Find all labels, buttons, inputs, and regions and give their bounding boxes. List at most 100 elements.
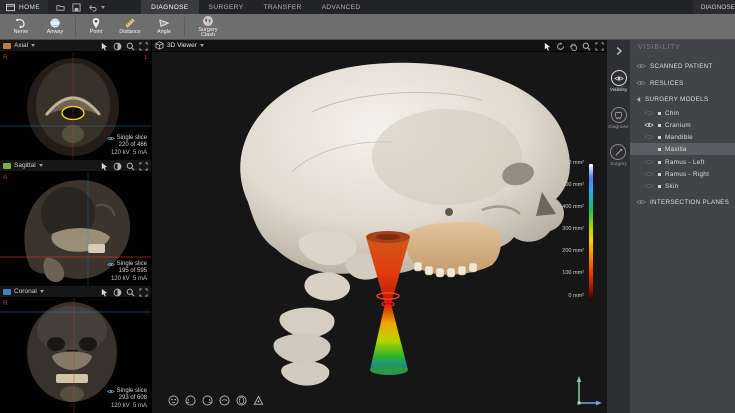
fullscreen-icon[interactable] <box>139 161 148 171</box>
model-item-chin[interactable]: Chin <box>630 107 735 119</box>
eye-icon[interactable] <box>644 146 654 152</box>
slice-eye-icon <box>106 262 115 267</box>
sidebar-item-reslices[interactable]: RESLICES <box>630 77 735 89</box>
tab-diagnose[interactable]: DIAGNOSE <box>141 0 199 14</box>
axial-dropdown-caret-icon[interactable] <box>31 44 36 47</box>
point-label: Point <box>89 29 103 36</box>
cursor-icon[interactable] <box>100 162 109 171</box>
head-front-view-icon[interactable] <box>168 395 179 406</box>
distance-tool-button[interactable]: Distance <box>113 15 147 39</box>
viewer-3d-dropdown-caret-icon[interactable] <box>199 44 204 47</box>
rail-item-diagnose[interactable]: Diagnose <box>608 107 629 130</box>
viewer-3d-title[interactable]: 3D Viewer <box>167 42 197 49</box>
fullscreen-icon[interactable] <box>139 41 148 51</box>
model-item-ramus-left[interactable]: Ramus - Left <box>630 156 735 168</box>
panel-rail: Visibility Diagnose Surgery <box>607 40 630 413</box>
eye-icon[interactable] <box>644 171 654 177</box>
sidebar-item-scanned-patient[interactable]: SCANNED PATIENT <box>630 60 735 72</box>
window-level-icon[interactable] <box>113 42 122 51</box>
surgery-clash-tool-button[interactable]: Surgery Clash <box>188 15 228 39</box>
zoom-icon[interactable] <box>582 42 591 51</box>
undo-icon[interactable] <box>88 3 97 12</box>
orientation-marker-right: R <box>3 54 8 61</box>
model-label: Ramus - Left <box>665 158 705 166</box>
eye-icon[interactable] <box>644 159 654 165</box>
pan-hand-icon[interactable] <box>569 42 578 51</box>
slice-mode: Single slice <box>116 260 147 267</box>
head-right-view-icon[interactable] <box>202 395 213 406</box>
orbit-rotate-icon[interactable] <box>556 41 565 51</box>
toolbar-separator <box>184 16 185 37</box>
eye-icon[interactable] <box>636 199 646 205</box>
head-left-view-icon[interactable] <box>185 395 196 406</box>
rail-item-visibility[interactable]: Visibility <box>610 70 627 93</box>
eye-icon[interactable] <box>644 134 654 140</box>
sagittal-dropdown-caret-icon[interactable] <box>38 164 43 167</box>
save-icon[interactable] <box>72 2 81 12</box>
colorbar-tick: 600 mm² <box>562 160 584 166</box>
coronal-dropdown-caret-icon[interactable] <box>39 290 44 293</box>
nerve-icon <box>15 17 27 29</box>
colorbar-tick: 0 mm² <box>568 293 584 299</box>
coronal-slice-image[interactable]: R Single slice 293 of 608 120 kV 5 mA <box>0 298 151 413</box>
tab-surgery[interactable]: SURGERY <box>199 0 254 14</box>
coronal-view: Coronal R Single slice 293 of 608 120 kV… <box>0 286 151 413</box>
point-tool-button[interactable]: Point <box>79 15 113 39</box>
cursor-icon[interactable] <box>100 42 109 51</box>
eye-icon[interactable] <box>636 63 646 69</box>
colorbar-tick: 200 mm² <box>562 248 584 254</box>
head-top-view-icon[interactable] <box>236 395 247 406</box>
coronal-plane-icon <box>3 288 11 295</box>
rail-item-surgery[interactable]: Surgery <box>610 144 627 167</box>
sidebar-item-intersection-planes[interactable]: INTERSECTION PLANES <box>630 196 735 208</box>
tab-advanced[interactable]: ADVANCED <box>312 0 371 14</box>
eye-icon[interactable] <box>644 122 654 128</box>
tab-transfer[interactable]: TRANSFER <box>253 0 311 14</box>
sagittal-view-title[interactable]: Sagittal <box>14 162 36 169</box>
model-bullet <box>658 160 661 164</box>
angle-tool-button[interactable]: Angle <box>147 15 181 39</box>
sidebar-item-surgery-models[interactable]: SURGERY MODELS <box>630 93 735 105</box>
eye-icon[interactable] <box>644 183 654 189</box>
zoom-icon[interactable] <box>126 288 135 297</box>
axial-slice-info: Single slice 220 of 466 120 kV 5 mA <box>106 135 147 158</box>
perspective-view-icon[interactable] <box>253 395 264 406</box>
model-item-skin[interactable]: Skin <box>630 180 735 192</box>
head-back-view-icon[interactable] <box>219 395 230 406</box>
model-bullet <box>658 147 661 151</box>
nerve-tool-button[interactable]: Nerve <box>4 15 38 39</box>
undo-dropdown-caret-icon[interactable] <box>101 5 106 9</box>
sidebar-item-label: INTERSECTION PLANES <box>650 198 730 206</box>
colorbar-tick: 500 mm² <box>562 182 584 188</box>
model-item-cranium[interactable]: Cranium <box>630 119 735 131</box>
axial-slice-image[interactable]: R L Single slice 220 of 466 120 kV 5 mA <box>0 52 151 160</box>
fullscreen-icon[interactable] <box>595 41 604 51</box>
eye-icon[interactable] <box>644 110 654 116</box>
cursor-icon[interactable] <box>543 42 552 51</box>
zoom-icon[interactable] <box>126 42 135 51</box>
home-button[interactable]: HOME <box>0 0 49 14</box>
coronal-slice-info: Single slice 293 of 608 120 kV 5 mA <box>106 388 147 411</box>
coronal-view-title[interactable]: Coronal <box>14 288 37 295</box>
model-label: Maxilla <box>665 145 687 153</box>
collapse-panel-chevron-icon[interactable] <box>615 46 623 56</box>
orientation-marker-anterior: A <box>3 174 8 181</box>
model-item-mandible[interactable]: Mandible <box>630 131 735 143</box>
collapse-triangle-icon[interactable] <box>636 96 641 103</box>
window-level-icon[interactable] <box>113 288 122 297</box>
sagittal-slice-image[interactable]: A Single slice 195 of 595 120 kV 5 mA <box>0 172 151 286</box>
cursor-icon[interactable] <box>100 288 109 297</box>
scene-3d-canvas[interactable]: 600 mm² 500 mm² 400 mm² 300 mm² 200 mm² … <box>152 52 607 413</box>
airway-label: Airway <box>46 29 64 36</box>
sagittal-header-tools <box>100 161 148 171</box>
airway-tool-button[interactable]: Airway <box>38 15 72 39</box>
home-label: HOME <box>19 3 41 11</box>
eye-icon[interactable] <box>636 80 646 86</box>
zoom-icon[interactable] <box>126 162 135 171</box>
window-level-icon[interactable] <box>113 162 122 171</box>
fullscreen-icon[interactable] <box>139 287 148 297</box>
model-item-maxilla[interactable]: Maxilla <box>630 143 735 155</box>
open-case-icon[interactable] <box>56 3 65 12</box>
axial-view-title[interactable]: Axial <box>14 42 28 49</box>
model-item-ramus-right[interactable]: Ramus - Right <box>630 168 735 180</box>
